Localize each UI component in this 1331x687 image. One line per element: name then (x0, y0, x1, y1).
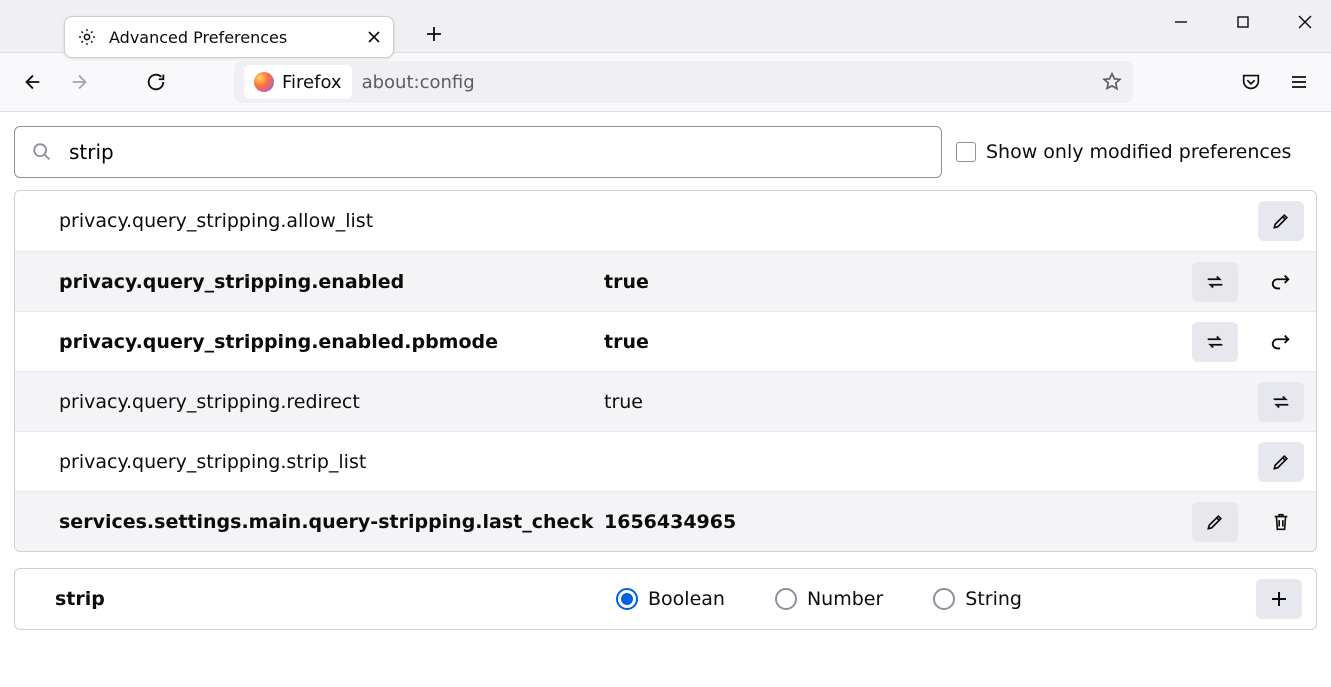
maximize-button[interactable] (1221, 4, 1265, 40)
pocket-button[interactable] (1231, 62, 1271, 102)
pref-name: privacy.query_stripping.strip_list (59, 451, 604, 473)
radio-icon (933, 588, 955, 610)
pref-value: true (604, 271, 1192, 293)
browser-tab[interactable]: Advanced Preferences (64, 16, 394, 58)
pref-name: privacy.query_stripping.enabled (59, 271, 604, 293)
radio-string[interactable]: String (933, 588, 1022, 610)
radio-icon (775, 588, 797, 610)
pref-name: privacy.query_stripping.redirect (59, 391, 604, 413)
edit-icon (1205, 512, 1225, 532)
radio-label: Boolean (648, 588, 725, 610)
pref-name: services.settings.main.query-stripping.l… (59, 511, 604, 533)
back-button[interactable] (12, 62, 52, 102)
radio-number[interactable]: Number (775, 588, 883, 610)
pref-actions (1258, 382, 1304, 422)
new-pref-row: strip Boolean Number String (14, 568, 1317, 630)
search-icon (31, 141, 53, 163)
titlebar: Advanced Preferences (0, 0, 1331, 52)
pref-actions (1192, 322, 1304, 362)
pref-value: true (604, 331, 1192, 353)
pref-actions (1258, 201, 1304, 241)
radio-label: Number (807, 588, 883, 610)
pref-row[interactable]: privacy.query_stripping.strip_list (15, 431, 1316, 491)
url-text: about:config (362, 72, 475, 93)
toggle-icon (1270, 392, 1292, 412)
radio-label: String (965, 588, 1022, 610)
minimize-button[interactable] (1159, 4, 1203, 40)
window-controls (1159, 4, 1327, 40)
pref-value: true (604, 391, 1258, 413)
delete-button[interactable] (1258, 502, 1304, 542)
new-pref-name: strip (55, 588, 604, 610)
toggle-button[interactable] (1192, 262, 1238, 302)
pref-row[interactable]: services.settings.main.query-stripping.l… (15, 491, 1316, 551)
add-pref-button[interactable] (1256, 579, 1302, 619)
checkbox-icon[interactable] (956, 142, 976, 162)
show-modified-label: Show only modified preferences (986, 141, 1291, 163)
pref-name: privacy.query_stripping.allow_list (59, 210, 604, 232)
app-menu-button[interactable] (1279, 62, 1319, 102)
pref-row[interactable]: privacy.query_stripping.allow_list (15, 191, 1316, 251)
pref-search-box[interactable] (14, 126, 942, 178)
toggle-icon (1204, 272, 1226, 292)
forward-button[interactable] (60, 62, 100, 102)
toggle-icon (1204, 332, 1226, 352)
navigation-toolbar: Firefox about:config (0, 52, 1331, 112)
edit-icon (1271, 452, 1291, 472)
pref-actions (1192, 262, 1304, 302)
new-tab-button[interactable] (414, 14, 454, 54)
edit-icon (1271, 211, 1291, 231)
reset-icon (1270, 272, 1292, 292)
reset-button[interactable] (1258, 322, 1304, 362)
pref-name: privacy.query_stripping.enabled.pbmode (59, 331, 604, 353)
pref-search-input[interactable] (67, 139, 925, 165)
url-bar[interactable]: Firefox about:config (234, 61, 1133, 103)
pref-row[interactable]: privacy.query_stripping.enabledtrue (15, 251, 1316, 311)
close-window-button[interactable] (1283, 4, 1327, 40)
pref-actions (1258, 442, 1304, 482)
new-pref-type-radios: Boolean Number String (616, 588, 1244, 610)
pref-row[interactable]: privacy.query_stripping.redirecttrue (15, 371, 1316, 431)
edit-button[interactable] (1258, 442, 1304, 482)
reset-icon (1270, 332, 1292, 352)
site-identity[interactable]: Firefox (244, 65, 352, 99)
radio-icon (616, 588, 638, 610)
tab-title: Advanced Preferences (109, 28, 355, 47)
toggle-button[interactable] (1192, 322, 1238, 362)
toggle-button[interactable] (1258, 382, 1304, 422)
pref-row[interactable]: privacy.query_stripping.enabled.pbmodetr… (15, 311, 1316, 371)
gear-icon (77, 27, 97, 47)
pref-value: 1656434965 (604, 511, 1192, 533)
prefs-table: privacy.query_stripping.allow_listprivac… (14, 190, 1317, 552)
radio-boolean[interactable]: Boolean (616, 588, 725, 610)
close-tab-icon[interactable] (367, 30, 381, 44)
search-row: Show only modified preferences (14, 126, 1317, 178)
pref-actions (1192, 502, 1304, 542)
reload-button[interactable] (136, 62, 176, 102)
edit-button[interactable] (1192, 502, 1238, 542)
bookmark-star-icon[interactable] (1101, 71, 1123, 93)
edit-button[interactable] (1258, 201, 1304, 241)
identity-label: Firefox (282, 72, 342, 93)
firefox-logo-icon (254, 72, 274, 92)
reset-button[interactable] (1258, 262, 1304, 302)
page-content: Show only modified preferences privacy.q… (0, 112, 1331, 687)
delete-icon (1271, 511, 1291, 533)
show-modified-toggle[interactable]: Show only modified preferences (956, 141, 1291, 163)
